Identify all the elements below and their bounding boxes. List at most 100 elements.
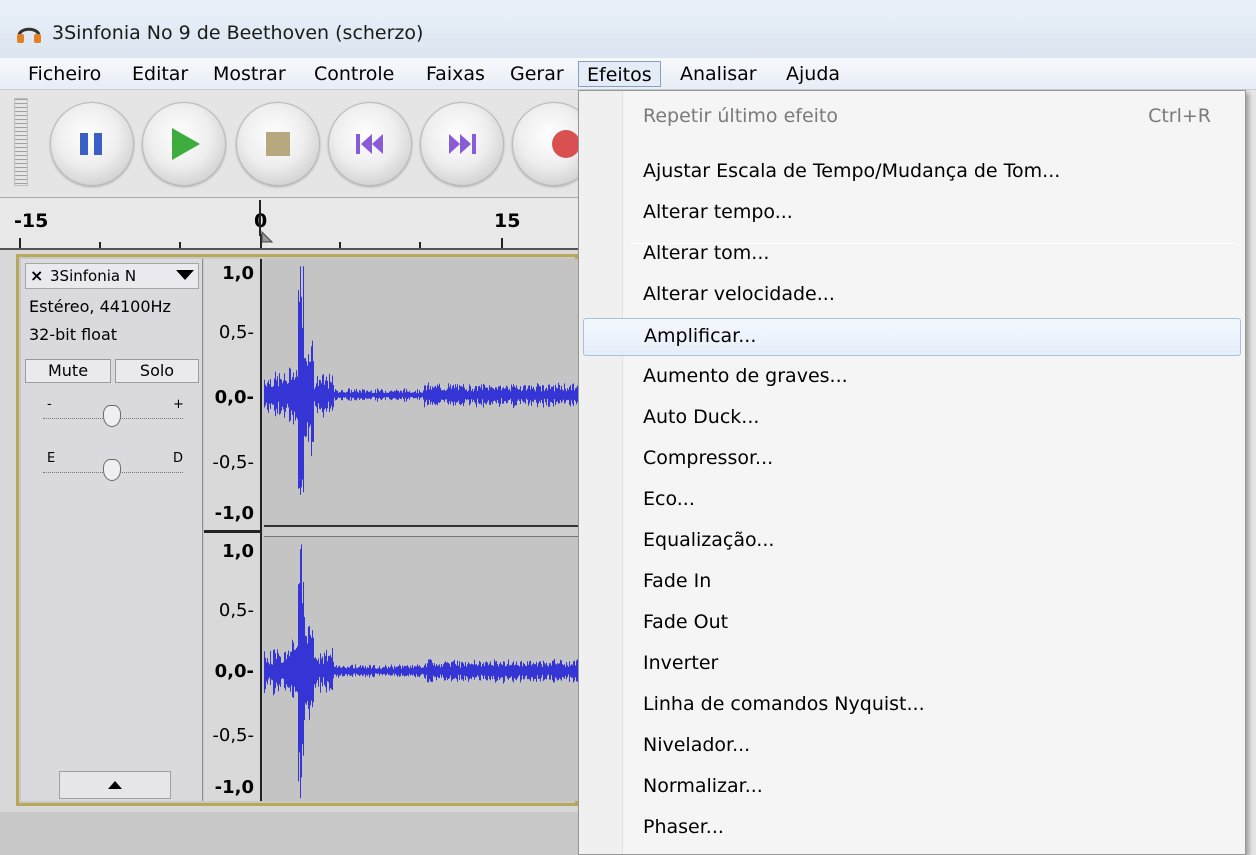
menu-item-label: Equalização... bbox=[643, 529, 775, 551]
title-bar: 3Sinfonia No 9 de Beethoven (scherzo) bbox=[0, 0, 1256, 60]
menu-ajuda[interactable]: Ajuda bbox=[778, 61, 848, 87]
window-title: 3Sinfonia No 9 de Beethoven (scherzo) bbox=[52, 22, 424, 44]
menu-item-repeat-last-effect[interactable]: Repetir último efeito Ctrl+R bbox=[583, 99, 1241, 137]
menu-item-fade-in[interactable]: Fade In bbox=[583, 564, 1241, 602]
menu-controle[interactable]: Controle bbox=[306, 61, 402, 87]
close-icon[interactable]: × bbox=[30, 265, 43, 287]
menu-item-label: Compressor... bbox=[643, 447, 774, 469]
dropdown-arrow-icon[interactable] bbox=[176, 270, 194, 280]
menu-item-change-speed[interactable]: Alterar velocidade... bbox=[583, 277, 1241, 315]
track-area: × 3Sinfonia N Estéreo, 44100Hz 32-bit fl… bbox=[16, 254, 578, 806]
scale-ch1-neghalf: -0,5- bbox=[212, 452, 254, 473]
menu-item-label: Ajustar Escala de Tempo/Mudança de Tom..… bbox=[643, 160, 1061, 182]
pan-right-label: D bbox=[173, 451, 184, 466]
pan-slider[interactable]: E D bbox=[43, 451, 184, 489]
menu-item-label: Fade In bbox=[643, 570, 712, 592]
channel-divider bbox=[204, 530, 262, 533]
waveform-channel-1[interactable] bbox=[264, 259, 578, 523]
track-name: 3Sinfonia N bbox=[50, 267, 137, 285]
waveform-divider bbox=[264, 525, 578, 537]
menu-item-compressor[interactable]: Compressor... bbox=[583, 441, 1241, 479]
play-button[interactable] bbox=[142, 102, 226, 186]
menu-item-invert[interactable]: Inverter bbox=[583, 646, 1241, 684]
menu-faixas[interactable]: Faixas bbox=[418, 61, 493, 87]
menu-ficheiro[interactable]: Ficheiro bbox=[20, 61, 109, 87]
menu-item-bass-boost[interactable]: Aumento de graves... bbox=[583, 359, 1241, 397]
menu-item-label: Nivelador... bbox=[643, 734, 751, 756]
scale-ch1-half: 0,5- bbox=[218, 322, 254, 343]
pause-icon bbox=[80, 133, 102, 155]
menu-item-label: Aumento de graves... bbox=[643, 365, 848, 387]
menu-gerar[interactable]: Gerar bbox=[502, 61, 572, 87]
menu-item-label: Alterar tempo... bbox=[643, 201, 793, 223]
waveform-path bbox=[264, 544, 578, 799]
menu-item-shortcut: Ctrl+R bbox=[1148, 105, 1211, 127]
menu-item-echo[interactable]: Eco... bbox=[583, 482, 1241, 520]
solo-button[interactable]: Solo bbox=[115, 359, 199, 383]
menu-item-label: Alterar tom... bbox=[643, 242, 770, 264]
menu-item-change-pitch[interactable]: Alterar tom... bbox=[583, 236, 1241, 274]
menu-editar[interactable]: Editar bbox=[124, 61, 196, 87]
effects-menu: Repetir último efeito Ctrl+R Ajustar Esc… bbox=[578, 90, 1246, 855]
gain-knob[interactable] bbox=[103, 405, 121, 427]
menu-efeitos[interactable]: Efeitos bbox=[578, 61, 661, 87]
headphones-icon bbox=[17, 27, 41, 43]
transport-toolbar bbox=[0, 90, 596, 198]
track-format: Estéreo, 44100Hz bbox=[29, 297, 171, 316]
menu-item-normalize[interactable]: Normalizar... bbox=[583, 769, 1241, 807]
pause-button[interactable] bbox=[50, 102, 134, 186]
pan-left-label: E bbox=[47, 451, 56, 466]
menu-item-auto-duck[interactable]: Auto Duck... bbox=[583, 400, 1241, 438]
collapse-track-button[interactable] bbox=[59, 771, 171, 799]
scale-ch2-zero: 0,0- bbox=[214, 661, 254, 682]
gain-slider[interactable]: - + bbox=[43, 397, 184, 435]
scale-ch2-neghalf: -0,5- bbox=[212, 725, 254, 746]
amplitude-scale: 1,0 0,5- 0,0- -0,5- -1,0 1,0 0,5- 0,0- -… bbox=[204, 259, 262, 801]
menu-item-label: Phaser... bbox=[643, 816, 724, 838]
menu-item-phaser[interactable]: Phaser... bbox=[583, 810, 1241, 848]
scale-ch2-max: 1,0 bbox=[222, 541, 254, 562]
skip-start-button[interactable] bbox=[328, 102, 412, 186]
menu-item-label: Alterar velocidade... bbox=[643, 283, 835, 305]
menu-item-equalization[interactable]: Equalização... bbox=[583, 523, 1241, 561]
menu-item-label: Auto Duck... bbox=[643, 406, 760, 428]
play-icon bbox=[172, 128, 200, 160]
stop-icon bbox=[266, 132, 290, 156]
menu-item-leveller[interactable]: Nivelador... bbox=[583, 728, 1241, 766]
skip-end-button[interactable] bbox=[420, 102, 504, 186]
waveform-channel-2[interactable] bbox=[264, 537, 578, 801]
skip-start-icon bbox=[356, 134, 383, 154]
scale-ch2-min: -1,0 bbox=[214, 777, 254, 798]
menu-mostrar[interactable]: Mostrar bbox=[205, 61, 294, 87]
track-control-panel: × 3Sinfonia N Estéreo, 44100Hz 32-bit fl… bbox=[21, 259, 203, 801]
scale-ch2-half: 0,5- bbox=[218, 600, 254, 621]
menu-item-label: Repetir último efeito bbox=[643, 105, 839, 127]
skip-end-icon bbox=[449, 134, 476, 154]
ruler-ticks bbox=[19, 200, 503, 248]
menu-item-nyquist-prompt[interactable]: Linha de comandos Nyquist... bbox=[583, 687, 1241, 725]
menu-item-label: Normalizar... bbox=[643, 775, 763, 797]
pan-knob[interactable] bbox=[103, 459, 121, 481]
menu-analisar[interactable]: Analisar bbox=[672, 61, 765, 87]
waveform-path bbox=[264, 266, 578, 495]
menu-item-label: Linha de comandos Nyquist... bbox=[643, 693, 925, 715]
status-strip bbox=[0, 812, 578, 855]
track-bit-depth: 32-bit float bbox=[29, 325, 118, 344]
menu-item-change-tempo[interactable]: Alterar tempo... bbox=[583, 195, 1241, 233]
menu-item-amplify[interactable]: Amplificar... bbox=[583, 318, 1241, 356]
waveform-area[interactable] bbox=[264, 259, 578, 801]
mute-button[interactable]: Mute bbox=[25, 359, 111, 383]
track-name-button[interactable]: × 3Sinfonia N bbox=[25, 263, 199, 289]
timeline-ruler[interactable]: -15 0 15 bbox=[0, 198, 578, 250]
stop-button[interactable] bbox=[236, 102, 320, 186]
scale-ch1-max: 1,0 bbox=[222, 263, 254, 284]
menu-item-fade-out[interactable]: Fade Out bbox=[583, 605, 1241, 643]
menu-item-label: Eco... bbox=[643, 488, 695, 510]
menu-item-label: Inverter bbox=[643, 652, 719, 674]
menu-item-label: Amplificar... bbox=[644, 325, 757, 347]
menu-item-tempo-pitch-scale[interactable]: Ajustar Escala de Tempo/Mudança de Tom..… bbox=[583, 154, 1241, 192]
toolbar-grip[interactable] bbox=[14, 98, 28, 186]
gain-plus-label: + bbox=[173, 397, 184, 412]
scale-ch1-zero: 0,0- bbox=[214, 387, 254, 408]
scale-ch1-min: -1,0 bbox=[214, 503, 254, 524]
